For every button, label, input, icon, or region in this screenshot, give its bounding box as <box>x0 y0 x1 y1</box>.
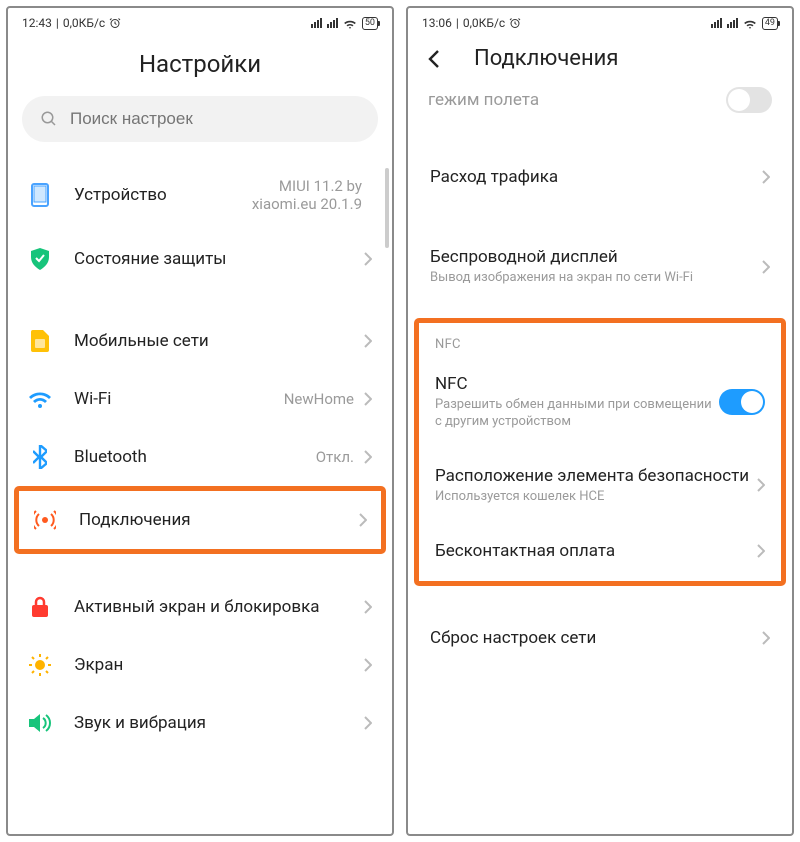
item-label: Экран <box>74 654 364 676</box>
item-label: Звук и вибрация <box>74 712 364 734</box>
item-sublabel: Разрешить обмен данными при совмещении с… <box>435 397 719 431</box>
wifi-icon <box>28 390 52 408</box>
item-airplane-cutoff[interactable]: гежим полета <box>408 87 792 125</box>
battery-icon: 49 <box>762 17 778 30</box>
search-icon <box>40 110 58 128</box>
signal-icon <box>711 18 722 28</box>
connections-list: Расход трафика Беспроводной дисплей Выво… <box>408 125 792 834</box>
item-reset-network[interactable]: Сброс настроек сети <box>408 610 792 666</box>
signal-icon-2 <box>727 18 738 28</box>
bluetooth-icon <box>33 445 47 469</box>
back-button[interactable] <box>424 48 446 70</box>
status-bar: 12:43 | 0,0КБ/с 50 <box>8 8 392 34</box>
sim-icon <box>31 330 49 352</box>
page-header: Подключения <box>408 34 792 87</box>
section-header-nfc: NFC <box>419 329 781 356</box>
page-title: Настройки <box>8 34 392 96</box>
signal-icon-2 <box>327 18 338 28</box>
item-display[interactable]: Экран <box>8 636 392 694</box>
chevron-right-icon <box>762 260 770 274</box>
chevron-right-icon <box>364 252 372 266</box>
status-speed: 0,0КБ/с <box>63 16 105 30</box>
item-lockscreen[interactable]: Активный экран и блокировка <box>8 578 392 636</box>
shield-icon <box>30 248 50 270</box>
item-label: Мобильные сети <box>74 330 364 352</box>
toggle-airplane[interactable] <box>726 87 772 113</box>
highlight-nfc-section: NFC NFC Разрешить обмен данными при совм… <box>414 318 786 586</box>
item-label: Сброс настроек сети <box>430 627 762 649</box>
search-bar[interactable] <box>22 96 378 142</box>
alarm-icon <box>509 17 521 29</box>
chevron-right-icon <box>757 478 765 492</box>
item-device[interactable]: Устройство MIUI 11.2 by xiaomi.eu 20.1.9 <box>8 160 392 230</box>
item-label: Подключения <box>79 509 359 531</box>
item-label: Расход трафика <box>430 166 762 188</box>
item-wireless-display[interactable]: Беспроводной дисплей Вывод изображения н… <box>408 229 792 304</box>
phone-settings: 12:43 | 0,0КБ/с 50 Настройки Устройство … <box>6 6 394 836</box>
item-traffic[interactable]: Расход трафика <box>408 149 792 205</box>
wifi-icon <box>743 18 757 29</box>
chevron-right-icon <box>757 544 765 558</box>
highlight-connections: Подключения <box>14 486 386 554</box>
item-label: Bluetooth <box>74 446 316 468</box>
item-wifi[interactable]: Wi-Fi NewHome <box>8 370 392 428</box>
item-label: Состояние защиты <box>74 248 364 270</box>
item-value: Откл. <box>316 448 354 466</box>
wifi-icon <box>343 18 357 29</box>
device-icon <box>30 183 50 207</box>
lock-icon <box>31 596 49 618</box>
item-security[interactable]: Состояние защиты <box>8 230 392 288</box>
chevron-right-icon <box>762 631 770 645</box>
item-bluetooth[interactable]: Bluetooth Откл. <box>8 428 392 486</box>
item-value: NewHome <box>284 390 354 408</box>
chevron-right-icon <box>364 392 372 406</box>
chevron-right-icon <box>762 170 770 184</box>
item-contactless-pay[interactable]: Бесконтактная оплата <box>419 523 781 579</box>
chevron-right-icon <box>364 600 372 614</box>
item-sound[interactable]: Звук и вибрация <box>8 694 392 741</box>
item-label: Беспроводной дисплей <box>430 246 762 268</box>
chevron-right-icon <box>364 716 372 730</box>
status-speed: 0,0КБ/с <box>463 16 505 30</box>
alarm-icon <box>109 17 121 29</box>
item-label: Активный экран и блокировка <box>74 596 364 618</box>
page-title: Подключения <box>474 46 618 71</box>
connections-icon <box>34 509 56 531</box>
item-connections[interactable]: Подключения <box>19 491 381 549</box>
item-sublabel: Вывод изображения на экран по сети Wi-Fi <box>430 270 762 287</box>
item-nfc[interactable]: NFC Разрешить обмен данными при совмещен… <box>419 356 781 448</box>
signal-icon <box>311 18 322 28</box>
sun-icon <box>29 654 51 676</box>
battery-icon: 50 <box>362 17 378 30</box>
toggle-nfc[interactable] <box>719 389 765 415</box>
settings-list: Устройство MIUI 11.2 by xiaomi.eu 20.1.9… <box>8 160 392 834</box>
item-sublabel: Используется кошелек HCE <box>435 489 757 506</box>
item-label: Расположение элемента безопасности <box>435 465 757 487</box>
item-mobile-networks[interactable]: Мобильные сети <box>8 312 392 370</box>
phone-connections: 13:06 | 0,0КБ/с 49 Подключения гежим пол… <box>406 6 794 836</box>
item-label: Устройство <box>74 184 252 206</box>
chevron-right-icon <box>364 334 372 348</box>
item-label: Бесконтактная оплата <box>435 540 757 562</box>
chevron-right-icon <box>364 658 372 672</box>
item-label: NFC <box>435 373 719 395</box>
search-input[interactable] <box>70 109 360 129</box>
item-label: Wi-Fi <box>74 388 284 410</box>
speaker-icon <box>29 713 51 733</box>
chevron-right-icon <box>359 513 367 527</box>
chevron-right-icon <box>364 450 372 464</box>
status-time: 13:06 <box>422 16 452 30</box>
item-security-element[interactable]: Расположение элемента безопасности Испол… <box>419 448 781 523</box>
status-time: 12:43 <box>22 16 52 30</box>
status-bar: 13:06 | 0,0КБ/с 49 <box>408 8 792 34</box>
